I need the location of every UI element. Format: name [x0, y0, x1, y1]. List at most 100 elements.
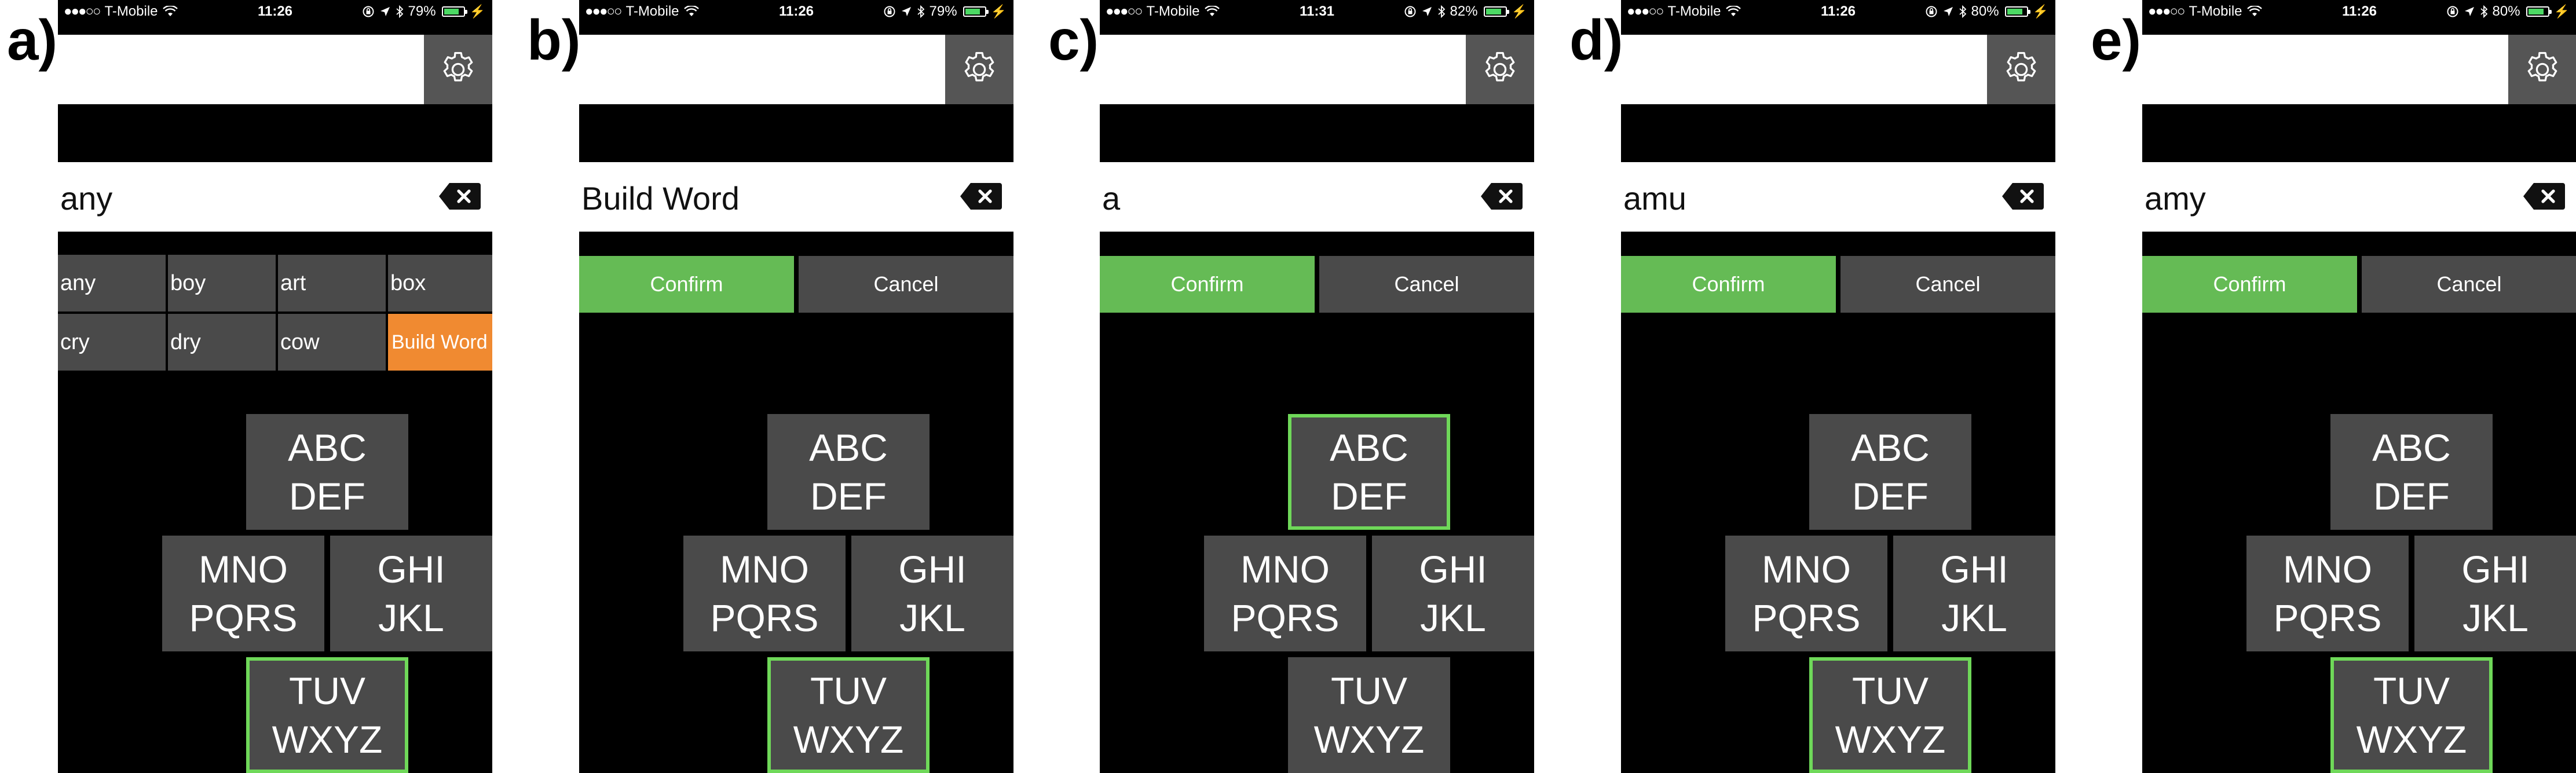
confirm-button[interactable]: Confirm — [1621, 256, 1836, 313]
gear-icon — [1479, 49, 1521, 90]
key-ghi[interactable]: GHI JKL — [1893, 536, 2055, 651]
current-word-bar: Build Word — [579, 162, 1013, 232]
current-word-bar: a — [1100, 162, 1534, 232]
key-label: JKL — [2462, 596, 2529, 639]
gear-icon — [958, 49, 1000, 90]
current-word-bar: any — [58, 162, 492, 232]
message-text-field[interactable] — [2142, 35, 2508, 104]
battery-icon — [963, 6, 989, 17]
key-label: TUV — [1852, 669, 1929, 712]
key-label: ABC — [1330, 426, 1408, 469]
key-abc[interactable]: ABC DEF — [2330, 414, 2493, 530]
message-text-field[interactable] — [579, 35, 945, 104]
location-arrow-icon — [1942, 6, 1954, 17]
cancel-button[interactable]: Cancel — [1319, 256, 1534, 313]
phone-screen: ●●●○○ T-Mobile 11:26 80% ⚡ amu Confirm Cancel… — [1621, 0, 2055, 773]
suggestion-item[interactable]: dry — [168, 314, 276, 371]
key-mno[interactable]: MNO PQRS — [683, 536, 846, 651]
backspace-button[interactable] — [1481, 183, 1523, 210]
key-label: TUV — [810, 669, 887, 712]
suggestion-item[interactable]: cry — [58, 314, 166, 371]
key-label: PQRS — [1752, 596, 1861, 639]
phone-screen: ●●●○○ T-Mobile 11:26 79% ⚡ any any boy art box c… — [58, 0, 492, 773]
status-bar: ●●●○○ T-Mobile 11:26 79% ⚡ — [579, 0, 1013, 23]
charging-icon: ⚡ — [1511, 4, 1527, 19]
message-text-field[interactable] — [58, 35, 424, 104]
key-label: GHI — [898, 548, 967, 591]
message-text-field[interactable] — [1621, 35, 1987, 104]
suggestion-item[interactable]: boy — [168, 255, 276, 312]
current-word: amu — [1623, 180, 1686, 217]
cancel-button[interactable]: Cancel — [2362, 256, 2576, 313]
key-label: MNO — [1241, 548, 1330, 591]
backspace-button[interactable] — [439, 183, 481, 210]
suggestion-item[interactable]: cow — [278, 314, 386, 371]
key-tuv[interactable]: TUV WXYZ — [767, 657, 930, 773]
key-label: WXYZ — [1835, 718, 1946, 761]
key-label: WXYZ — [2356, 718, 2467, 761]
battery-percent: 82% — [1450, 3, 1478, 19]
key-label: MNO — [199, 548, 288, 591]
confirm-button[interactable]: Confirm — [1100, 256, 1315, 313]
bluetooth-icon — [396, 5, 404, 18]
settings-button[interactable] — [424, 35, 492, 104]
key-ghi[interactable]: GHI JKL — [330, 536, 492, 651]
backspace-button[interactable] — [2523, 183, 2565, 210]
key-tuv[interactable]: TUV WXYZ — [246, 657, 408, 773]
cancel-button[interactable]: Cancel — [799, 256, 1013, 313]
key-abc[interactable]: ABC DEF — [246, 414, 408, 530]
current-word-bar: amy — [2142, 162, 2576, 232]
key-label: GHI — [377, 548, 445, 591]
key-mno[interactable]: MNO PQRS — [162, 536, 324, 651]
backspace-button[interactable] — [2002, 183, 2044, 210]
key-mno[interactable]: MNO PQRS — [1204, 536, 1366, 651]
key-label: DEF — [289, 475, 365, 518]
status-right: 82% ⚡ — [1404, 0, 1527, 23]
key-ghi[interactable]: GHI JKL — [1372, 536, 1534, 651]
settings-button[interactable] — [1466, 35, 1534, 104]
bluetooth-icon — [1437, 5, 1446, 18]
key-label: JKL — [1941, 596, 2007, 639]
key-label: WXYZ — [793, 718, 904, 761]
status-right: 80% ⚡ — [2446, 0, 2570, 23]
bluetooth-icon — [1959, 5, 1967, 18]
key-label: DEF — [810, 475, 887, 518]
key-tuv[interactable]: TUV WXYZ — [1809, 657, 1971, 773]
status-right: 80% ⚡ — [1925, 0, 2048, 23]
key-label: TUV — [1331, 669, 1407, 712]
backspace-button[interactable] — [960, 183, 1002, 210]
key-label: TUV — [289, 669, 365, 712]
build-word-button[interactable]: Build Word — [388, 314, 492, 371]
key-ghi[interactable]: GHI JKL — [2414, 536, 2576, 651]
gear-icon — [2000, 49, 2042, 90]
suggestion-item[interactable]: art — [278, 255, 386, 312]
suggestion-item[interactable]: any — [58, 255, 166, 312]
cancel-button[interactable]: Cancel — [1840, 256, 2055, 313]
suggestion-item[interactable]: box — [388, 255, 492, 312]
settings-button[interactable] — [945, 35, 1013, 104]
key-abc[interactable]: ABC DEF — [1809, 414, 1971, 530]
phone-screen: ●●●○○ T-Mobile 11:31 82% ⚡ a Confirm Cancel AB… — [1100, 0, 1534, 773]
battery-percent: 80% — [2492, 3, 2520, 19]
settings-button[interactable] — [2508, 35, 2576, 104]
key-ghi[interactable]: GHI JKL — [851, 536, 1013, 651]
settings-button[interactable] — [1987, 35, 2055, 104]
key-abc[interactable]: ABC DEF — [1288, 414, 1450, 530]
backspace-icon — [2523, 183, 2565, 210]
confirm-button[interactable]: Confirm — [2142, 256, 2357, 313]
key-tuv[interactable]: TUV WXYZ — [2330, 657, 2493, 773]
charging-icon: ⚡ — [2553, 4, 2570, 19]
confirm-button[interactable]: Confirm — [579, 256, 794, 313]
gear-icon — [437, 49, 479, 90]
key-label: MNO — [1762, 548, 1851, 591]
message-text-field[interactable] — [1100, 35, 1466, 104]
key-abc[interactable]: ABC DEF — [767, 414, 930, 530]
panel-label: b) — [527, 8, 581, 72]
key-mno[interactable]: MNO PQRS — [2246, 536, 2409, 651]
panel-label: e) — [2091, 8, 2142, 72]
key-mno[interactable]: MNO PQRS — [1725, 536, 1887, 651]
spacer-band — [58, 104, 492, 162]
orientation-lock-icon — [1404, 5, 1417, 18]
current-word: Build Word — [581, 180, 740, 217]
key-tuv[interactable]: TUV WXYZ — [1288, 657, 1450, 773]
